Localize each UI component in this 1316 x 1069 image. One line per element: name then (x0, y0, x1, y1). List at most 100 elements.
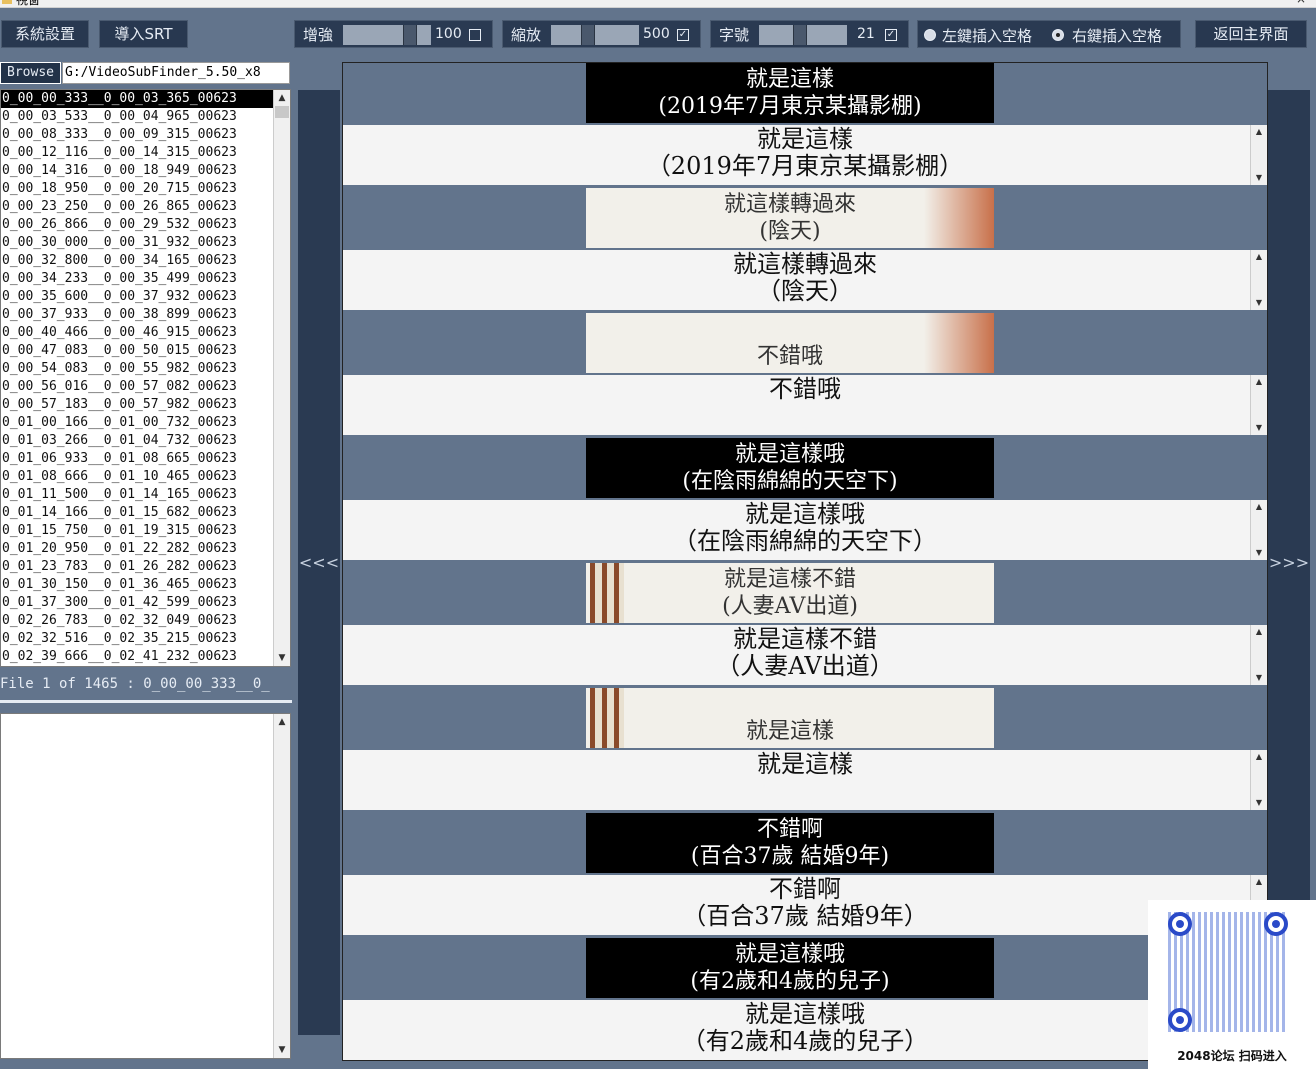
file-list-item[interactable]: 0_00_57_183__0_00_57_982_00623 (1, 396, 273, 414)
file-list-item[interactable]: 0_00_00_333__0_00_03_365_00623 (1, 90, 273, 108)
scroll-up-icon[interactable]: ▲ (1251, 500, 1267, 514)
subtitle-text-line: 就是這樣哦 (745, 500, 865, 528)
file-list-item[interactable]: 0_02_32_516__0_02_35_215_00623 (1, 630, 273, 648)
subtitle-text-field[interactable]: 就是這樣 （2019年7月東京某攝影棚） ▲ ▼ (343, 125, 1267, 185)
subtitle-scrollbar[interactable]: ▲▼ (1250, 625, 1267, 685)
subtitle-text-field[interactable]: 就是這樣 ▲ ▼ (343, 750, 1267, 810)
subtitle-scrollbar[interactable]: ▲▼ (1250, 375, 1267, 435)
scroll-down-icon[interactable]: ▼ (274, 650, 290, 666)
enhance-checkbox[interactable] (469, 29, 481, 41)
file-list-item[interactable]: 0_00_26_866__0_00_29_532_00623 (1, 216, 273, 234)
file-list-item[interactable]: 0_00_54_083__0_00_55_982_00623 (1, 360, 273, 378)
minimize-button[interactable]: – (1248, 0, 1254, 6)
file-list-item[interactable]: 0_01_03_266__0_01_04_732_00623 (1, 432, 273, 450)
file-list[interactable]: 0_00_00_333__0_00_03_365_00623 0_00_03_53… (0, 89, 291, 667)
close-button[interactable]: × (1296, 0, 1306, 6)
scroll-up-icon[interactable]: ▲ (1251, 125, 1267, 139)
file-list-item[interactable]: 0_00_56_016__0_00_57_082_00623 (1, 378, 273, 396)
file-list-scrollbar[interactable]: ▲ ▼ (273, 90, 290, 666)
scroll-up-icon[interactable]: ▲ (1251, 250, 1267, 264)
subtitle-scrollbar[interactable]: ▲▼ (1250, 125, 1267, 185)
left-insert-radio[interactable] (924, 29, 936, 41)
subtitle-scrollbar[interactable]: ▲▼ (1250, 500, 1267, 560)
file-list-item[interactable]: 0_01_37_300__0_01_42_599_00623 (1, 594, 273, 612)
browse-button[interactable]: Browse (0, 62, 61, 84)
scroll-down-icon[interactable]: ▼ (1251, 671, 1267, 685)
subtitle-frame-image: 就是這樣 (586, 688, 994, 748)
file-list-item[interactable]: 0_01_06_933__0_01_08_665_00623 (1, 450, 273, 468)
scroll-up-icon[interactable]: ▲ (1251, 875, 1267, 889)
file-list-item[interactable]: 0_00_08_333__0_00_09_315_00623 (1, 126, 273, 144)
enhance-value: 100 (435, 26, 462, 42)
file-list-item[interactable]: 0_00_12_116__0_00_14_315_00623 (1, 144, 273, 162)
subtitle-text-field[interactable]: 就是這樣不錯 （人妻AV出道） ▲ ▼ (343, 625, 1267, 685)
file-list-item[interactable]: 0_01_23_783__0_01_26_282_00623 (1, 558, 273, 576)
file-list-item[interactable]: 0_00_40_466__0_00_46_915_00623 (1, 324, 273, 342)
enhance-label: 增強 (303, 26, 334, 44)
file-list-item[interactable]: 0_00_14_316__0_00_18_949_00623 (1, 162, 273, 180)
subtitle-text-field[interactable]: 不錯啊（百合37歲 結婚9年）▲▼ (343, 875, 1267, 935)
subtitle-frame-text: 就是這樣不錯 (723, 567, 856, 592)
qr-eye (1264, 912, 1288, 936)
subtitle-text-field[interactable]: 就是這樣哦（有2歲和4歲的兒子）▲▼ (343, 1000, 1267, 1060)
file-list-item[interactable]: 0_01_14_166__0_01_15_682_00623 (1, 504, 273, 522)
scroll-up-icon[interactable]: ▲ (1251, 750, 1267, 764)
subtitle-text-field[interactable]: 就這樣轉過來 （陰天） ▲ ▼ (343, 250, 1267, 310)
scroll-down-icon[interactable]: ▼ (1251, 421, 1267, 435)
scroll-up-icon[interactable]: ▲ (274, 714, 290, 730)
enhance-slider[interactable] (343, 25, 431, 45)
file-list-item[interactable]: 0_01_08_666__0_01_10_465_00623 (1, 468, 273, 486)
file-list-item[interactable]: 0_00_47_083__0_00_50_015_00623 (1, 342, 273, 360)
subtitle-text-field[interactable]: 不錯哦 ▲ ▼ (343, 375, 1267, 435)
file-list-item[interactable]: 0_01_15_750__0_01_19_315_00623 (1, 522, 273, 540)
zoom-slider-thumb[interactable] (581, 25, 595, 45)
file-list-item[interactable]: 0_00_03_533__0_00_04_965_00623 (1, 108, 273, 126)
text-editor-scrollbar[interactable]: ▲ ▼ (273, 714, 290, 1058)
file-list-item[interactable]: 0_01_11_500__0_01_14_165_00623 (1, 486, 273, 504)
zoom-slider[interactable] (551, 25, 639, 45)
file-list-item[interactable]: 0_00_30_000__0_00_31_932_00623 (1, 234, 273, 252)
file-list-item[interactable]: 0_02_39_666__0_02_41_232_00623 (1, 648, 273, 666)
scroll-down-icon[interactable]: ▼ (274, 1042, 290, 1058)
scroll-up-icon[interactable]: ▲ (1251, 375, 1267, 389)
enhance-slider-thumb[interactable] (403, 25, 417, 45)
subtitle-scrollbar[interactable]: ▲▼ (1250, 250, 1267, 310)
file-list-item[interactable]: 0_01_00_166__0_01_00_732_00623 (1, 414, 273, 432)
file-list-item[interactable]: 0_01_20_950__0_01_22_282_00623 (1, 540, 273, 558)
file-list-item[interactable]: 0_00_35_600__0_00_37_932_00623 (1, 288, 273, 306)
scroll-thumb[interactable] (275, 106, 289, 118)
subtitle-frame-image: 不錯哦 (586, 313, 994, 373)
zoom-checkbox[interactable]: ✓ (677, 29, 689, 41)
file-list-item[interactable]: 0_00_32_800__0_00_34_165_00623 (1, 252, 273, 270)
text-editor[interactable]: ▲ ▼ (0, 713, 291, 1059)
scroll-up-icon[interactable]: ▲ (1251, 625, 1267, 639)
font-size-slider[interactable] (759, 25, 847, 45)
back-to-main-button[interactable]: 返回主界面 (1195, 20, 1307, 48)
font-size-checkbox[interactable]: ✓ (885, 29, 897, 41)
scroll-down-icon[interactable]: ▼ (1251, 171, 1267, 185)
path-field[interactable]: G:/VideoSubFinder_5.50_x8 (62, 62, 290, 84)
scroll-down-icon[interactable]: ▼ (1251, 546, 1267, 560)
font-size-slider-thumb[interactable] (793, 25, 807, 45)
file-list-item[interactable]: 0_00_37_933__0_00_38_899_00623 (1, 306, 273, 324)
file-list-item[interactable]: 0_00_34_233__0_00_35_499_00623 (1, 270, 273, 288)
next-page-button[interactable]: >>> (1268, 90, 1310, 1035)
file-list-item[interactable]: 0_00_18_950__0_00_20_715_00623 (1, 180, 273, 198)
subtitle-text-line: 就這樣轉過來 (733, 250, 877, 278)
right-insert-label[interactable]: 右鍵插入空格 (1072, 25, 1162, 46)
prev-page-button[interactable]: <<< (298, 90, 340, 1035)
file-list-item[interactable]: 0_00_23_250__0_00_26_865_00623 (1, 198, 273, 216)
toolbar: 系統設置 導入SRT 增強 100 縮放 500 ✓ 字號 21 ✓ 左鍵插入空… (0, 12, 1316, 58)
settings-button[interactable]: 系統設置 (1, 20, 89, 48)
subtitle-scrollbar[interactable]: ▲▼ (1250, 750, 1267, 810)
left-insert-label[interactable]: 左鍵插入空格 (942, 25, 1032, 46)
import-srt-button[interactable]: 導入SRT (99, 20, 188, 48)
subtitle-frame-image: 就是這樣不錯 (人妻AV出道) (586, 563, 994, 623)
scroll-down-icon[interactable]: ▼ (1251, 796, 1267, 810)
right-insert-radio[interactable] (1052, 29, 1064, 41)
file-list-item[interactable]: 0_02_26_783__0_02_32_049_00623 (1, 612, 273, 630)
file-list-item[interactable]: 0_01_30_150__0_01_36_465_00623 (1, 576, 273, 594)
subtitle-text-field[interactable]: 就是這樣哦 （在陰雨綿綿的天空下） ▲ ▼ (343, 500, 1267, 560)
scroll-up-icon[interactable]: ▲ (274, 90, 290, 106)
scroll-down-icon[interactable]: ▼ (1251, 296, 1267, 310)
